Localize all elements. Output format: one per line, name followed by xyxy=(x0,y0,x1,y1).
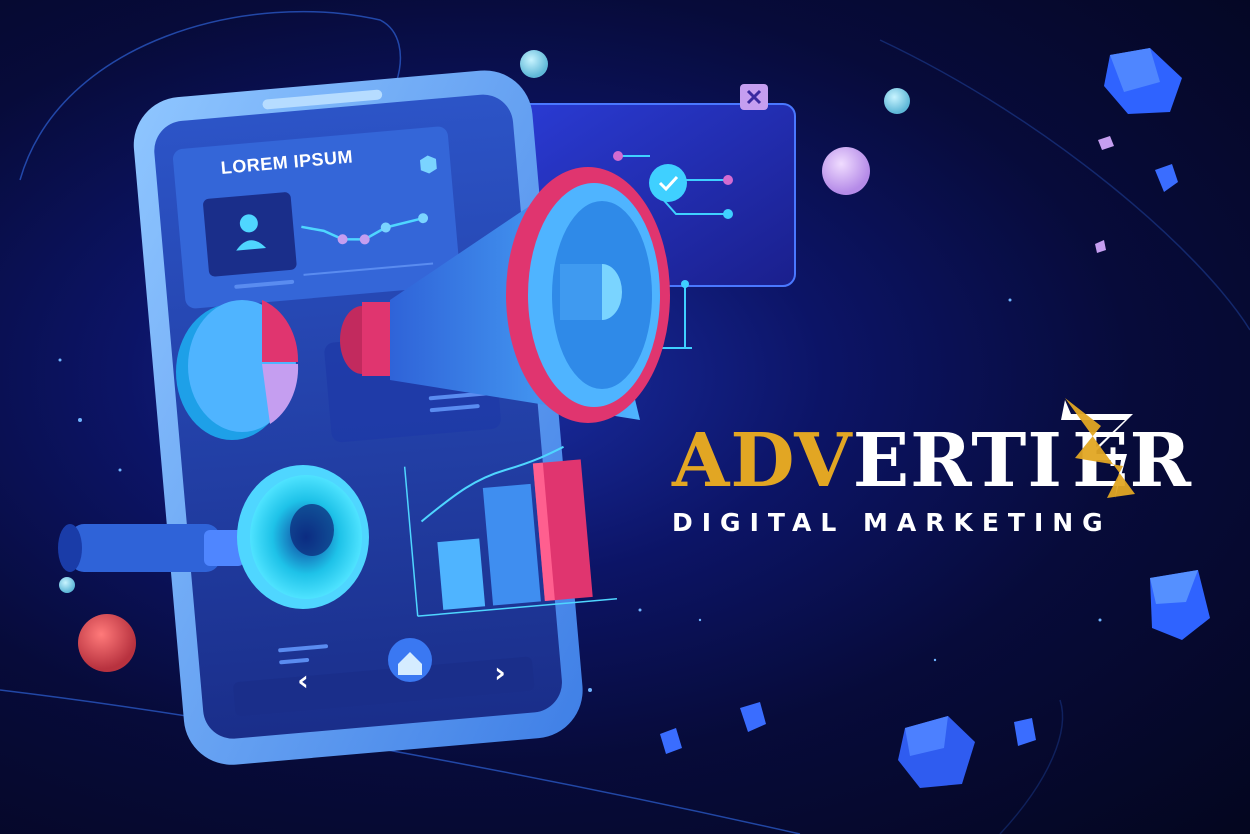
brand-wordmark: ADV ERTI ER xyxy=(672,398,1192,504)
chevron-left-icon: ‹ xyxy=(297,664,309,697)
brand-wordmark-highlight: ADV xyxy=(672,418,853,504)
orb-cyan-left xyxy=(59,577,75,593)
lightning-z-icon xyxy=(1061,398,1135,498)
orb-cyan-top xyxy=(520,50,548,78)
orb-red xyxy=(78,614,136,672)
orb-cyan-small xyxy=(884,88,910,114)
close-button[interactable] xyxy=(740,84,768,110)
hero-illustration: LOREM IPSUM ‹ › ADV ERTI ER DIGITAL MARKE… xyxy=(0,0,1250,834)
nav-home-button[interactable] xyxy=(388,638,432,682)
orb-purple xyxy=(822,147,870,195)
brand-wordmark-middle: ERTI xyxy=(852,418,1063,504)
nav-forward-button[interactable]: › xyxy=(489,659,511,687)
nav-back-button[interactable]: ‹ xyxy=(292,667,314,695)
brand-logo: ADV ERTI ER DIGITAL MARKETING xyxy=(672,398,1192,537)
brand-tagline: DIGITAL MARKETING xyxy=(672,508,1112,537)
chevron-right-icon: › xyxy=(494,656,506,689)
